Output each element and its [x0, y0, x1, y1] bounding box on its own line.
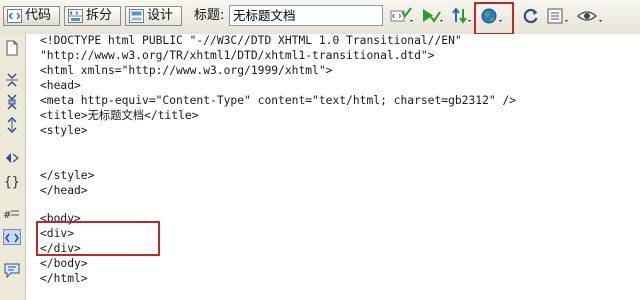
code-line-7: <style> [40, 124, 88, 137]
code-line-11: </head> [40, 184, 88, 197]
code-view-icon [7, 9, 22, 23]
collapse-selection-icon[interactable] [3, 94, 21, 110]
refresh-icon[interactable] [521, 6, 541, 26]
design-view-button[interactable]: 设计 [125, 6, 182, 26]
wrap-tag-icon[interactable] [3, 229, 21, 245]
code-line-10: </style> [40, 169, 95, 182]
code-line-3: <html xmlns="http://www.w3.org/1999/xhtm… [40, 64, 333, 77]
code-line-6: <title>无标题文档</title> [40, 109, 199, 122]
code-line-17: </html> [40, 272, 88, 285]
div-code-highlight [36, 221, 160, 256]
check-browser-icon[interactable] [420, 6, 446, 26]
comment-icon[interactable] [3, 262, 21, 279]
coding-sidebar: {} # [0, 34, 26, 300]
split-view-label: 拆分 [86, 8, 113, 23]
code-view-button[interactable]: 代码 [3, 6, 60, 26]
select-parent-icon[interactable] [3, 150, 21, 166]
collapse-tag-icon[interactable] [3, 72, 21, 88]
title-label: 标题: [194, 8, 225, 23]
expand-all-icon[interactable] [3, 116, 21, 134]
split-view-button[interactable]: 拆分 [64, 6, 121, 26]
balance-braces-icon[interactable]: {} [3, 173, 21, 190]
preview-browser-highlight [474, 2, 514, 35]
visual-aids-icon[interactable] [576, 6, 606, 26]
file-management-icon[interactable] [450, 6, 474, 26]
open-documents-icon[interactable] [3, 40, 21, 56]
code-line-2: "http://www.w3.org/TR/xhtml1/DTD/xhtml1-… [40, 49, 435, 62]
split-view-icon [68, 9, 83, 23]
code-line-16: </body> [40, 257, 88, 270]
code-line-5: <meta http-equiv="Content-Type" content=… [40, 94, 517, 107]
code-view-label: 代码 [25, 8, 52, 23]
view-options-icon[interactable] [546, 6, 572, 26]
line-numbers-icon[interactable]: # [3, 206, 21, 222]
document-toolbar: 代码 拆分 设计 标题: 无标题文档 [0, 0, 640, 35]
design-view-icon [129, 9, 144, 23]
code-editor[interactable]: <!DOCTYPE html PUBLIC "-//W3C//DTD XHTML… [26, 34, 640, 300]
validate-icon[interactable] [390, 6, 416, 26]
code-line-4: <head> [40, 79, 81, 92]
design-view-label: 设计 [147, 8, 174, 23]
svg-text:#: # [3, 210, 11, 221]
title-input[interactable]: 无标题文档 [229, 5, 383, 26]
code-line-1: <!DOCTYPE html PUBLIC "-//W3C//DTD XHTML… [40, 34, 462, 47]
svg-text:{}: {} [4, 175, 20, 189]
